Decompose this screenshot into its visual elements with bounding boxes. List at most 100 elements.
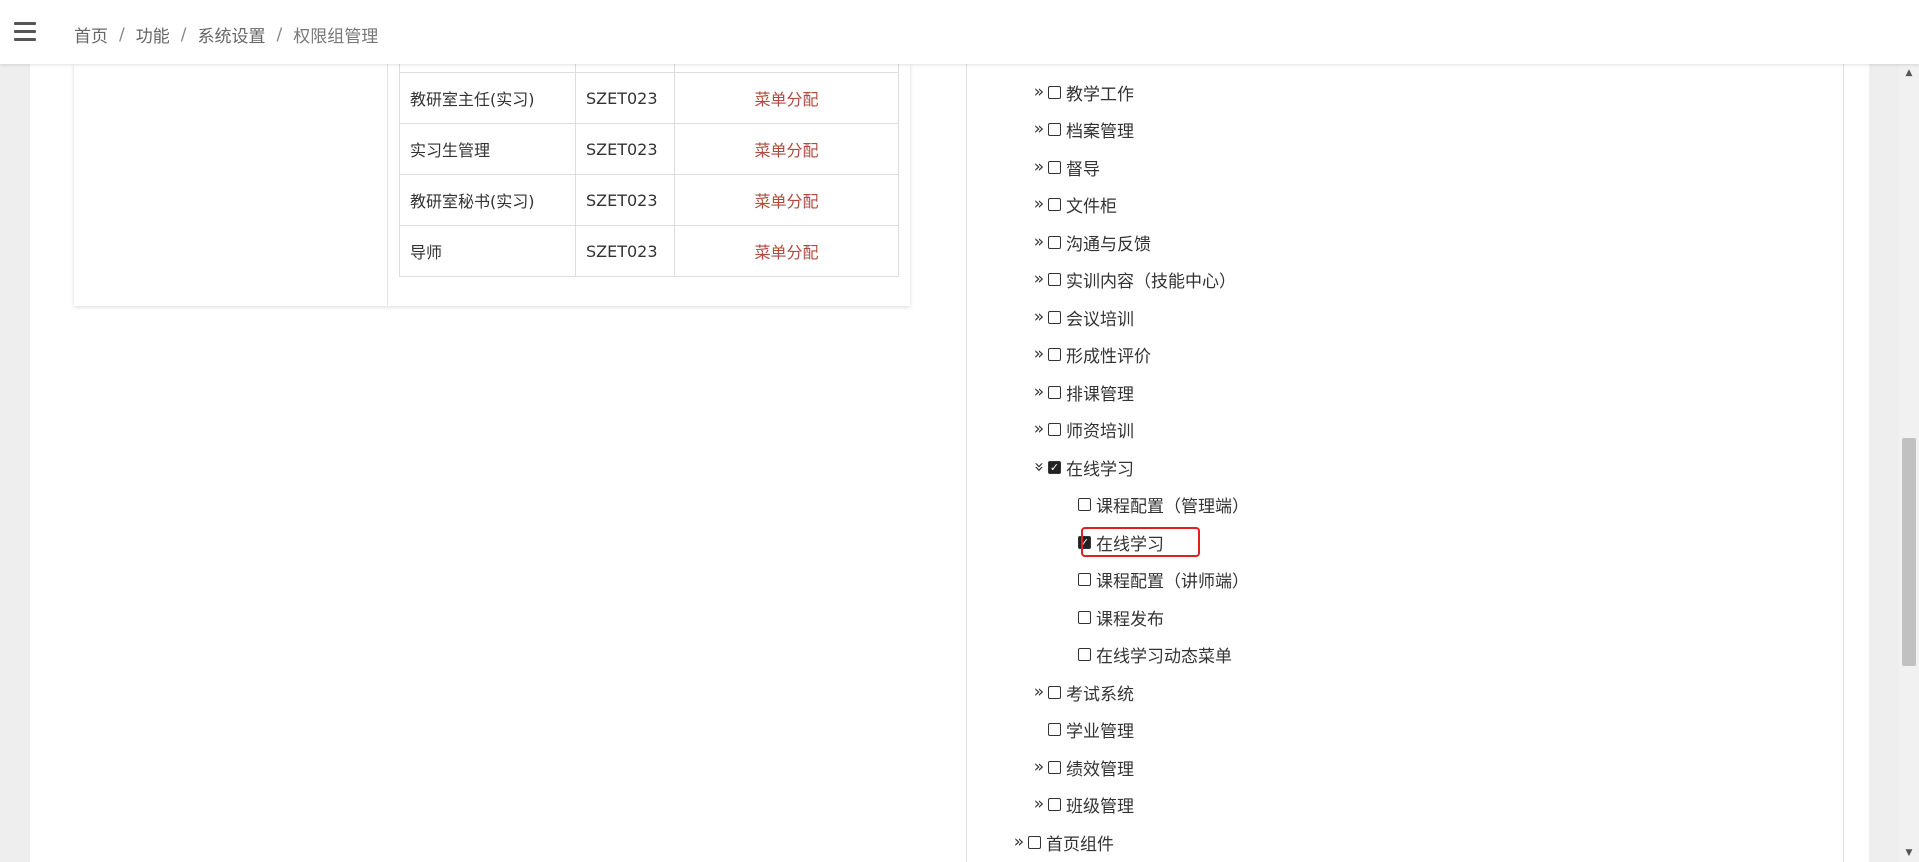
checkbox-icon[interactable] — [1048, 685, 1061, 699]
breadcrumb-system-settings[interactable]: 系统设置 — [197, 22, 265, 47]
tree-node-label[interactable]: 文件柜 — [1066, 192, 1117, 217]
tree-node-label[interactable]: 师资培训 — [1066, 417, 1134, 442]
scrollbar-thumb[interactable] — [1902, 438, 1916, 666]
tree-node[interactable]: » 实训内容（技能中心） — [1032, 264, 1236, 294]
tree-node-label[interactable]: 沟通与反馈 — [1066, 230, 1151, 255]
checkbox-icon[interactable] — [1048, 760, 1061, 774]
checkbox-icon[interactable] — [1048, 235, 1061, 249]
expand-chevron-icon[interactable]: » — [1032, 307, 1046, 327]
tree-node-label[interactable]: 形成性评价 — [1066, 342, 1151, 367]
checkbox-icon[interactable] — [1048, 122, 1061, 136]
breadcrumb-separator: / — [180, 24, 187, 45]
scroll-down-arrow-icon[interactable]: ▼ — [1899, 844, 1919, 862]
tree-node[interactable]: » 考试系统 — [1032, 677, 1134, 707]
checkbox-icon[interactable] — [1078, 647, 1091, 661]
checkbox-icon[interactable] — [1048, 385, 1061, 399]
tree-node[interactable]: » 班级管理 — [1032, 789, 1134, 819]
role-code: SZET023 — [575, 123, 675, 175]
tree-node-label[interactable]: 实训内容（技能中心） — [1066, 267, 1236, 292]
checkbox-icon[interactable] — [1078, 497, 1091, 511]
tree-node-label[interactable]: 在线学习 — [1096, 530, 1164, 555]
tree-node-label[interactable]: 课程发布 — [1096, 605, 1164, 630]
tree-node-label[interactable]: 考试系统 — [1066, 680, 1134, 705]
tree-node[interactable]: » 排课管理 — [1032, 377, 1134, 407]
tree-node[interactable]: 在线学习动态菜单 — [1062, 639, 1232, 669]
checkbox-icon[interactable] — [1048, 85, 1061, 99]
checkbox-icon[interactable] — [1048, 422, 1061, 436]
expand-chevron-icon[interactable]: » — [1032, 757, 1046, 777]
breadcrumb-function[interactable]: 功能 — [136, 22, 170, 47]
menu-assign-link[interactable]: 菜单分配 — [754, 90, 818, 109]
tree-node-label[interactable]: 排课管理 — [1066, 380, 1134, 405]
breadcrumb-home[interactable]: 首页 — [74, 22, 108, 47]
menu-assign-link[interactable]: 菜单分配 — [754, 192, 818, 211]
checkbox-icon[interactable] — [1048, 722, 1061, 736]
checkbox-icon[interactable] — [1078, 610, 1091, 624]
tree-node[interactable]: » 档案管理 — [1032, 114, 1134, 144]
menu-assign-link[interactable]: 菜单分配 — [754, 141, 818, 160]
role-list-card: 教研室主任(实习) SZET023 菜单分配 实习生管理 SZET023 菜单分… — [74, 64, 910, 306]
tree-node-label[interactable]: 在线学习 — [1066, 455, 1134, 480]
tree-node[interactable]: » ✓ 在线学习 — [1029, 452, 1134, 482]
role-name: 导师 — [399, 225, 576, 277]
tree-node[interactable]: » 绩效管理 — [1032, 752, 1134, 782]
expand-chevron-icon[interactable]: » — [1032, 419, 1046, 439]
expand-chevron-icon[interactable]: » — [1032, 794, 1046, 814]
tree-node[interactable]: 课程配置（讲师端） — [1062, 564, 1249, 594]
tree-node[interactable]: ✓ 在线学习 — [1062, 527, 1164, 557]
expand-chevron-icon[interactable]: » — [1032, 119, 1046, 139]
expand-chevron-icon[interactable]: » — [1032, 194, 1046, 214]
tree-node[interactable]: » 沟通与反馈 — [1032, 227, 1151, 257]
tree-node[interactable]: 学业管理 — [1032, 714, 1134, 744]
tree-node-label[interactable]: 班级管理 — [1066, 792, 1134, 817]
tree-node-label[interactable]: 档案管理 — [1066, 117, 1134, 142]
checkbox-icon[interactable] — [1048, 797, 1061, 811]
checkbox-icon[interactable] — [1048, 347, 1061, 361]
checkbox-icon[interactable] — [1028, 835, 1041, 849]
checkbox-icon[interactable] — [1048, 272, 1061, 286]
tree-node-label[interactable]: 学业管理 — [1066, 717, 1134, 742]
tree-node[interactable]: » 首页组件 — [1012, 827, 1114, 857]
tree-node[interactable]: » 会议培训 — [1032, 302, 1134, 332]
checkbox-checked-icon[interactable]: ✓ — [1048, 460, 1061, 474]
tree-node-label[interactable]: 在线学习动态菜单 — [1096, 642, 1232, 667]
scroll-up-arrow-icon[interactable]: ▲ — [1899, 64, 1919, 82]
expand-chevron-icon[interactable]: » — [1012, 832, 1026, 852]
tree-node-label[interactable]: 教学工作 — [1066, 80, 1134, 105]
expanded-chevron-icon[interactable]: » — [1029, 460, 1049, 474]
checkbox-icon[interactable] — [1078, 572, 1091, 586]
tree-node-label[interactable]: 首页组件 — [1046, 830, 1114, 855]
tree-node-label[interactable]: 课程配置（管理端） — [1096, 492, 1249, 517]
expand-chevron-icon[interactable]: » — [1032, 269, 1046, 289]
breadcrumb-separator: / — [276, 24, 283, 45]
card-divider — [387, 64, 388, 306]
top-bar: 首页 / 功能 / 系统设置 / 权限组管理 — [0, 0, 1919, 64]
expand-chevron-icon[interactable]: » — [1032, 232, 1046, 252]
tree-node[interactable]: » 师资培训 — [1032, 414, 1134, 444]
expand-chevron-icon[interactable]: » — [1032, 157, 1046, 177]
tree-node[interactable]: 课程配置（管理端） — [1062, 489, 1249, 519]
scrollbar[interactable]: ▲ ▼ — [1899, 64, 1919, 862]
tree-node[interactable]: » 督导 — [1032, 152, 1100, 182]
checkbox-icon[interactable] — [1048, 197, 1061, 211]
tree-node[interactable]: » 形成性评价 — [1032, 339, 1151, 369]
expand-chevron-icon[interactable]: » — [1032, 382, 1046, 402]
tree-node[interactable]: 课程发布 — [1062, 602, 1164, 632]
tree-node-label[interactable]: 会议培训 — [1066, 305, 1134, 330]
checkbox-checked-icon[interactable]: ✓ — [1078, 535, 1091, 549]
expand-chevron-icon[interactable]: » — [1032, 82, 1046, 102]
expand-chevron-icon[interactable]: » — [1032, 344, 1046, 364]
menu-assign-link[interactable]: 菜单分配 — [754, 243, 818, 262]
table-row: 教研室主任(实习) SZET023 菜单分配 — [399, 72, 899, 124]
table-row — [399, 64, 899, 73]
tree-node[interactable]: » 教学工作 — [1032, 77, 1134, 107]
expand-chevron-icon[interactable]: » — [1032, 682, 1046, 702]
tree-node[interactable]: » 文件柜 — [1032, 189, 1117, 219]
tree-node-label[interactable]: 绩效管理 — [1066, 755, 1134, 780]
role-code: SZET023 — [575, 174, 675, 226]
tree-node-label[interactable]: 督导 — [1066, 155, 1100, 180]
hamburger-menu-icon[interactable] — [14, 22, 36, 42]
tree-node-label[interactable]: 课程配置（讲师端） — [1096, 567, 1249, 592]
checkbox-icon[interactable] — [1048, 160, 1061, 174]
checkbox-icon[interactable] — [1048, 310, 1061, 324]
